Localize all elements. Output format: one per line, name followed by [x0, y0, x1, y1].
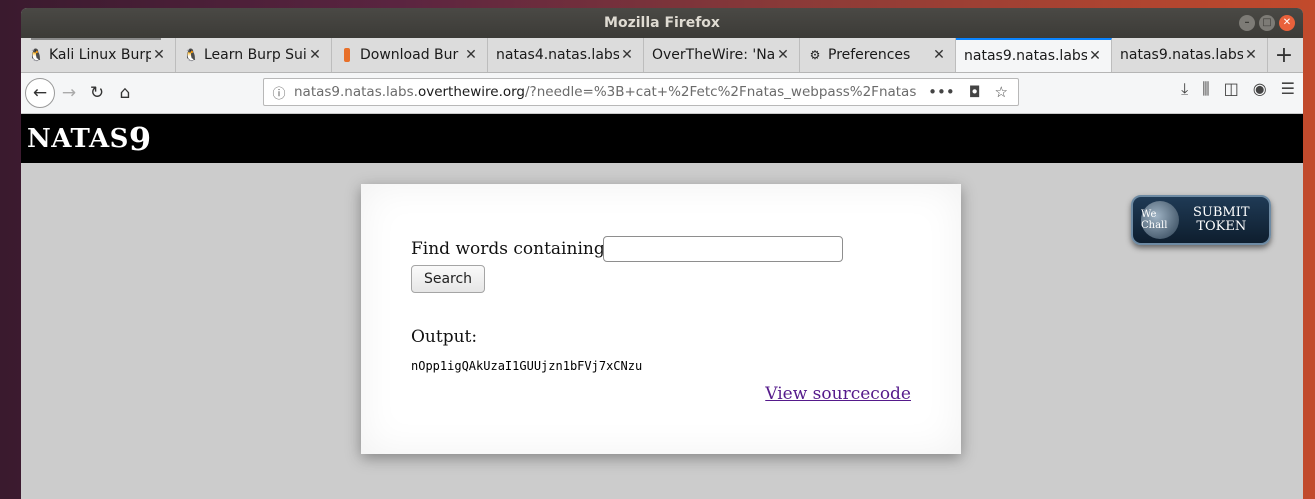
page-title-number: 9	[128, 119, 152, 158]
bookmark-star-icon[interactable]: ☆	[995, 83, 1008, 101]
window-title: Mozilla Firefox	[604, 15, 720, 31]
page-title: NATAS	[27, 123, 129, 154]
burp-icon	[340, 48, 354, 62]
back-button[interactable]: ←	[25, 78, 55, 108]
url-domain: overthewire.org	[417, 84, 525, 100]
tab-label: natas9.natas.labs	[964, 48, 1087, 64]
tab-label: Learn Burp Sui	[204, 47, 307, 63]
submit-token-label: SUBMIT TOKEN	[1193, 206, 1250, 234]
page-header: NATAS 9	[21, 114, 1303, 163]
content-card: Find words containing: Search Output: nO…	[361, 184, 961, 454]
browser-window: Mozilla Firefox – □ ✕ 🐧 Kali Linux Burp …	[21, 8, 1303, 499]
wechall-logo: We Chall	[1141, 201, 1179, 239]
tab-learn-burp[interactable]: 🐧 Learn Burp Sui ✕	[176, 38, 332, 72]
tab-natas9-active[interactable]: natas9.natas.labs ✕	[956, 38, 1112, 72]
gear-icon: ⚙	[809, 48, 821, 62]
output-label: Output:	[411, 327, 478, 347]
needle-input[interactable]	[603, 236, 843, 262]
tab-label: Kali Linux Burp	[49, 47, 151, 63]
downloads-icon[interactable]: ⤓	[1181, 79, 1188, 99]
window-controls: – □ ✕	[1239, 15, 1295, 31]
url-bar[interactable]: ⓘ natas9.natas.labs.overthewire.org/?nee…	[263, 78, 1019, 106]
tab-label: Preferences	[828, 47, 911, 63]
close-tab-icon[interactable]: ✕	[931, 47, 947, 63]
reload-button[interactable]: ↻	[83, 79, 111, 107]
url-path: /?needle=%3B+cat+%2Fetc%2Fnatas_webpass%…	[525, 84, 917, 100]
new-tab-button[interactable]: +	[1269, 38, 1299, 72]
close-tab-icon[interactable]: ✕	[307, 47, 323, 63]
wechall-logo-text: We Chall	[1141, 209, 1168, 231]
close-tab-icon[interactable]: ✕	[463, 47, 479, 63]
tab-overthewire[interactable]: OverTheWire: 'Na ✕	[644, 38, 800, 72]
submit-token-button[interactable]: We Chall SUBMIT TOKEN	[1131, 195, 1271, 245]
close-tab-icon[interactable]: ✕	[619, 47, 635, 63]
tab-strip: 🐧 Kali Linux Burp ✕ 🐧 Learn Burp Sui ✕ D…	[21, 38, 1303, 73]
close-window-button[interactable]: ✕	[1279, 15, 1295, 31]
find-label: Find words containing:	[411, 239, 611, 259]
account-icon[interactable]: ◉	[1253, 79, 1267, 99]
search-button[interactable]: Search	[411, 265, 485, 293]
close-tab-icon[interactable]: ✕	[151, 47, 167, 63]
tab-preferences[interactable]: ⚙ Preferences ✕	[800, 38, 956, 72]
penguin-icon: 🐧	[183, 48, 199, 62]
site-info-icon[interactable]: ⓘ	[264, 83, 294, 102]
url-prefix: natas9.natas.labs.	[294, 84, 418, 100]
tab-label: natas4.natas.labs	[496, 47, 619, 63]
url-actions: ••• ◘ ☆	[928, 83, 1018, 101]
tab-natas9[interactable]: natas9.natas.labs ✕	[1112, 38, 1268, 72]
forward-button[interactable]: →	[55, 79, 83, 107]
submit-label-line2: TOKEN	[1196, 219, 1247, 234]
view-sourcecode-link[interactable]: View sourcecode	[765, 384, 911, 404]
url-text[interactable]: natas9.natas.labs.overthewire.org/?needl…	[294, 84, 928, 100]
page-actions-icon[interactable]: •••	[928, 83, 955, 101]
library-icon[interactable]: ⫼	[1202, 79, 1209, 99]
submit-label-line1: SUBMIT	[1193, 205, 1250, 220]
output-value: nOpp1igQAkUzaI1GUUjzn1bFVj7xCNzu	[411, 359, 643, 373]
home-button[interactable]: ⌂	[111, 79, 139, 107]
minimize-button[interactable]: –	[1239, 15, 1255, 31]
tab-kali-linux-burp[interactable]: 🐧 Kali Linux Burp ✕	[21, 38, 176, 72]
tab-label: natas9.natas.labs	[1120, 47, 1243, 63]
maximize-button[interactable]: □	[1259, 15, 1275, 31]
tab-natas4[interactable]: natas4.natas.labs ✕	[488, 38, 644, 72]
tab-label: Download Bur	[360, 47, 459, 63]
page-content: Find words containing: Search Output: nO…	[21, 163, 1303, 499]
close-tab-icon[interactable]: ✕	[775, 47, 791, 63]
close-tab-icon[interactable]: ✕	[1243, 47, 1259, 63]
pocket-icon[interactable]: ◘	[969, 83, 981, 101]
toolbar-right: ⤓ ⫼ ◫ ◉ ☰	[1181, 79, 1295, 99]
sidebar-icon[interactable]: ◫	[1224, 79, 1239, 99]
tab-download-burp[interactable]: Download Bur ✕	[332, 38, 488, 72]
menu-icon[interactable]: ☰	[1281, 79, 1295, 99]
title-bar: Mozilla Firefox – □ ✕	[21, 8, 1303, 38]
tab-label: OverTheWire: 'Na	[652, 47, 775, 63]
penguin-icon: 🐧	[28, 48, 44, 62]
tab-loading-indicator	[31, 38, 161, 40]
close-tab-icon[interactable]: ✕	[1087, 48, 1103, 64]
navigation-toolbar: ← → ↻ ⌂ ⓘ natas9.natas.labs.overthewire.…	[21, 73, 1303, 114]
